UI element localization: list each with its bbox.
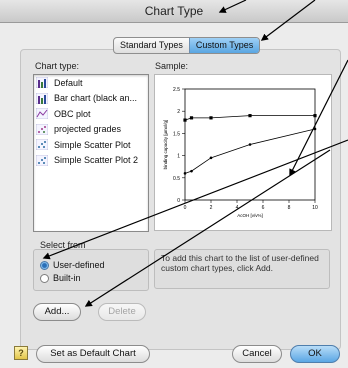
list-item[interactable]: projected grades [34, 122, 148, 138]
sample-label: Sample: [155, 61, 189, 71]
data-point [313, 127, 317, 131]
y-tick-label: 1 [177, 154, 180, 160]
radio-unselected-icon [40, 273, 49, 283]
data-point [190, 169, 193, 173]
list-item[interactable]: Simple Scatter Plot 2 [34, 153, 148, 169]
list-item-label: projected grades [54, 124, 122, 135]
window-title: Chart Type [0, 0, 348, 23]
x-tick-label: 0 [184, 205, 187, 211]
list-item-label: Simple Scatter Plot [54, 139, 131, 150]
sample-preview: 2.5 2 1.5 1 0.5 0 0 2 4 6 8 10 AcOH [v/v%] binding ca… [154, 74, 332, 231]
select-from-group: User-defined Built-in [33, 249, 149, 291]
radio-selected-icon [40, 260, 49, 270]
data-point [183, 118, 187, 122]
x-tick-label: 6 [262, 205, 265, 211]
bar-chart-icon [36, 77, 48, 89]
data-point [189, 116, 194, 120]
help-icon[interactable]: ? [14, 346, 28, 360]
radio-label: Built-in [53, 273, 81, 283]
delete-button[interactable]: Delete [98, 303, 146, 321]
x-tick-label: 8 [288, 205, 291, 211]
scatter-icon [36, 123, 48, 135]
data-point [313, 114, 317, 118]
x-tick-label: 2 [210, 205, 213, 211]
data-point [209, 116, 213, 120]
data-point [183, 172, 187, 175]
bar-chart-icon [36, 92, 48, 104]
description-text: To add this chart to the list of user-de… [154, 249, 330, 289]
scatter-icon [36, 139, 48, 151]
radio-label: User-defined [53, 260, 105, 270]
line-chart-icon [36, 108, 48, 120]
x-axis-label: AcOH [v/v%] [237, 213, 263, 218]
list-item-label: OBC plot [54, 108, 91, 119]
y-tick-label: 0.5 [173, 176, 180, 182]
y-tick-label: 0 [177, 198, 180, 204]
y-tick-label: 2.5 [173, 87, 180, 93]
y-tick-label: 1.5 [173, 131, 180, 137]
ok-button[interactable]: OK [290, 345, 340, 363]
x-tick-label: 4 [236, 205, 239, 211]
set-default-chart-button[interactable]: Set as Default Chart [36, 345, 150, 363]
data-point [209, 156, 213, 160]
tab-custom-types[interactable]: Custom Types [188, 38, 260, 53]
x-tick-label: 10 [312, 205, 318, 211]
radio-user-defined[interactable]: User-defined [40, 260, 105, 270]
scatter-icon [36, 154, 48, 166]
data-point [248, 143, 252, 146]
list-item[interactable]: OBC plot [34, 106, 148, 122]
list-item[interactable]: Simple Scatter Plot [34, 137, 148, 153]
y-axis-label: binding capacity [µmol/g] [163, 120, 168, 170]
list-item-label: Bar chart (black an... [54, 93, 138, 104]
y-tick-label: 2 [177, 109, 180, 115]
chart-type-label: Chart type: [35, 61, 80, 71]
list-item[interactable]: Bar chart (black an... [34, 91, 148, 107]
list-item-label: Default [54, 77, 83, 88]
list-item[interactable]: Default [34, 75, 148, 91]
tab-bar: Standard Types Custom Types [113, 37, 261, 54]
chart-type-list[interactable]: Default Bar chart (black an... OBC plot … [33, 74, 149, 232]
tab-standard-types[interactable]: Standard Types [114, 38, 189, 53]
add-button[interactable]: Add... [33, 303, 81, 321]
data-point [248, 114, 252, 118]
radio-built-in[interactable]: Built-in [40, 273, 81, 283]
cancel-button[interactable]: Cancel [232, 345, 282, 363]
sample-chart: 2.5 2 1.5 1 0.5 00 2 4 6 8 10 AcOH [v/v%] binding ca… [155, 75, 331, 230]
list-item-label: Simple Scatter Plot 2 [54, 155, 139, 166]
